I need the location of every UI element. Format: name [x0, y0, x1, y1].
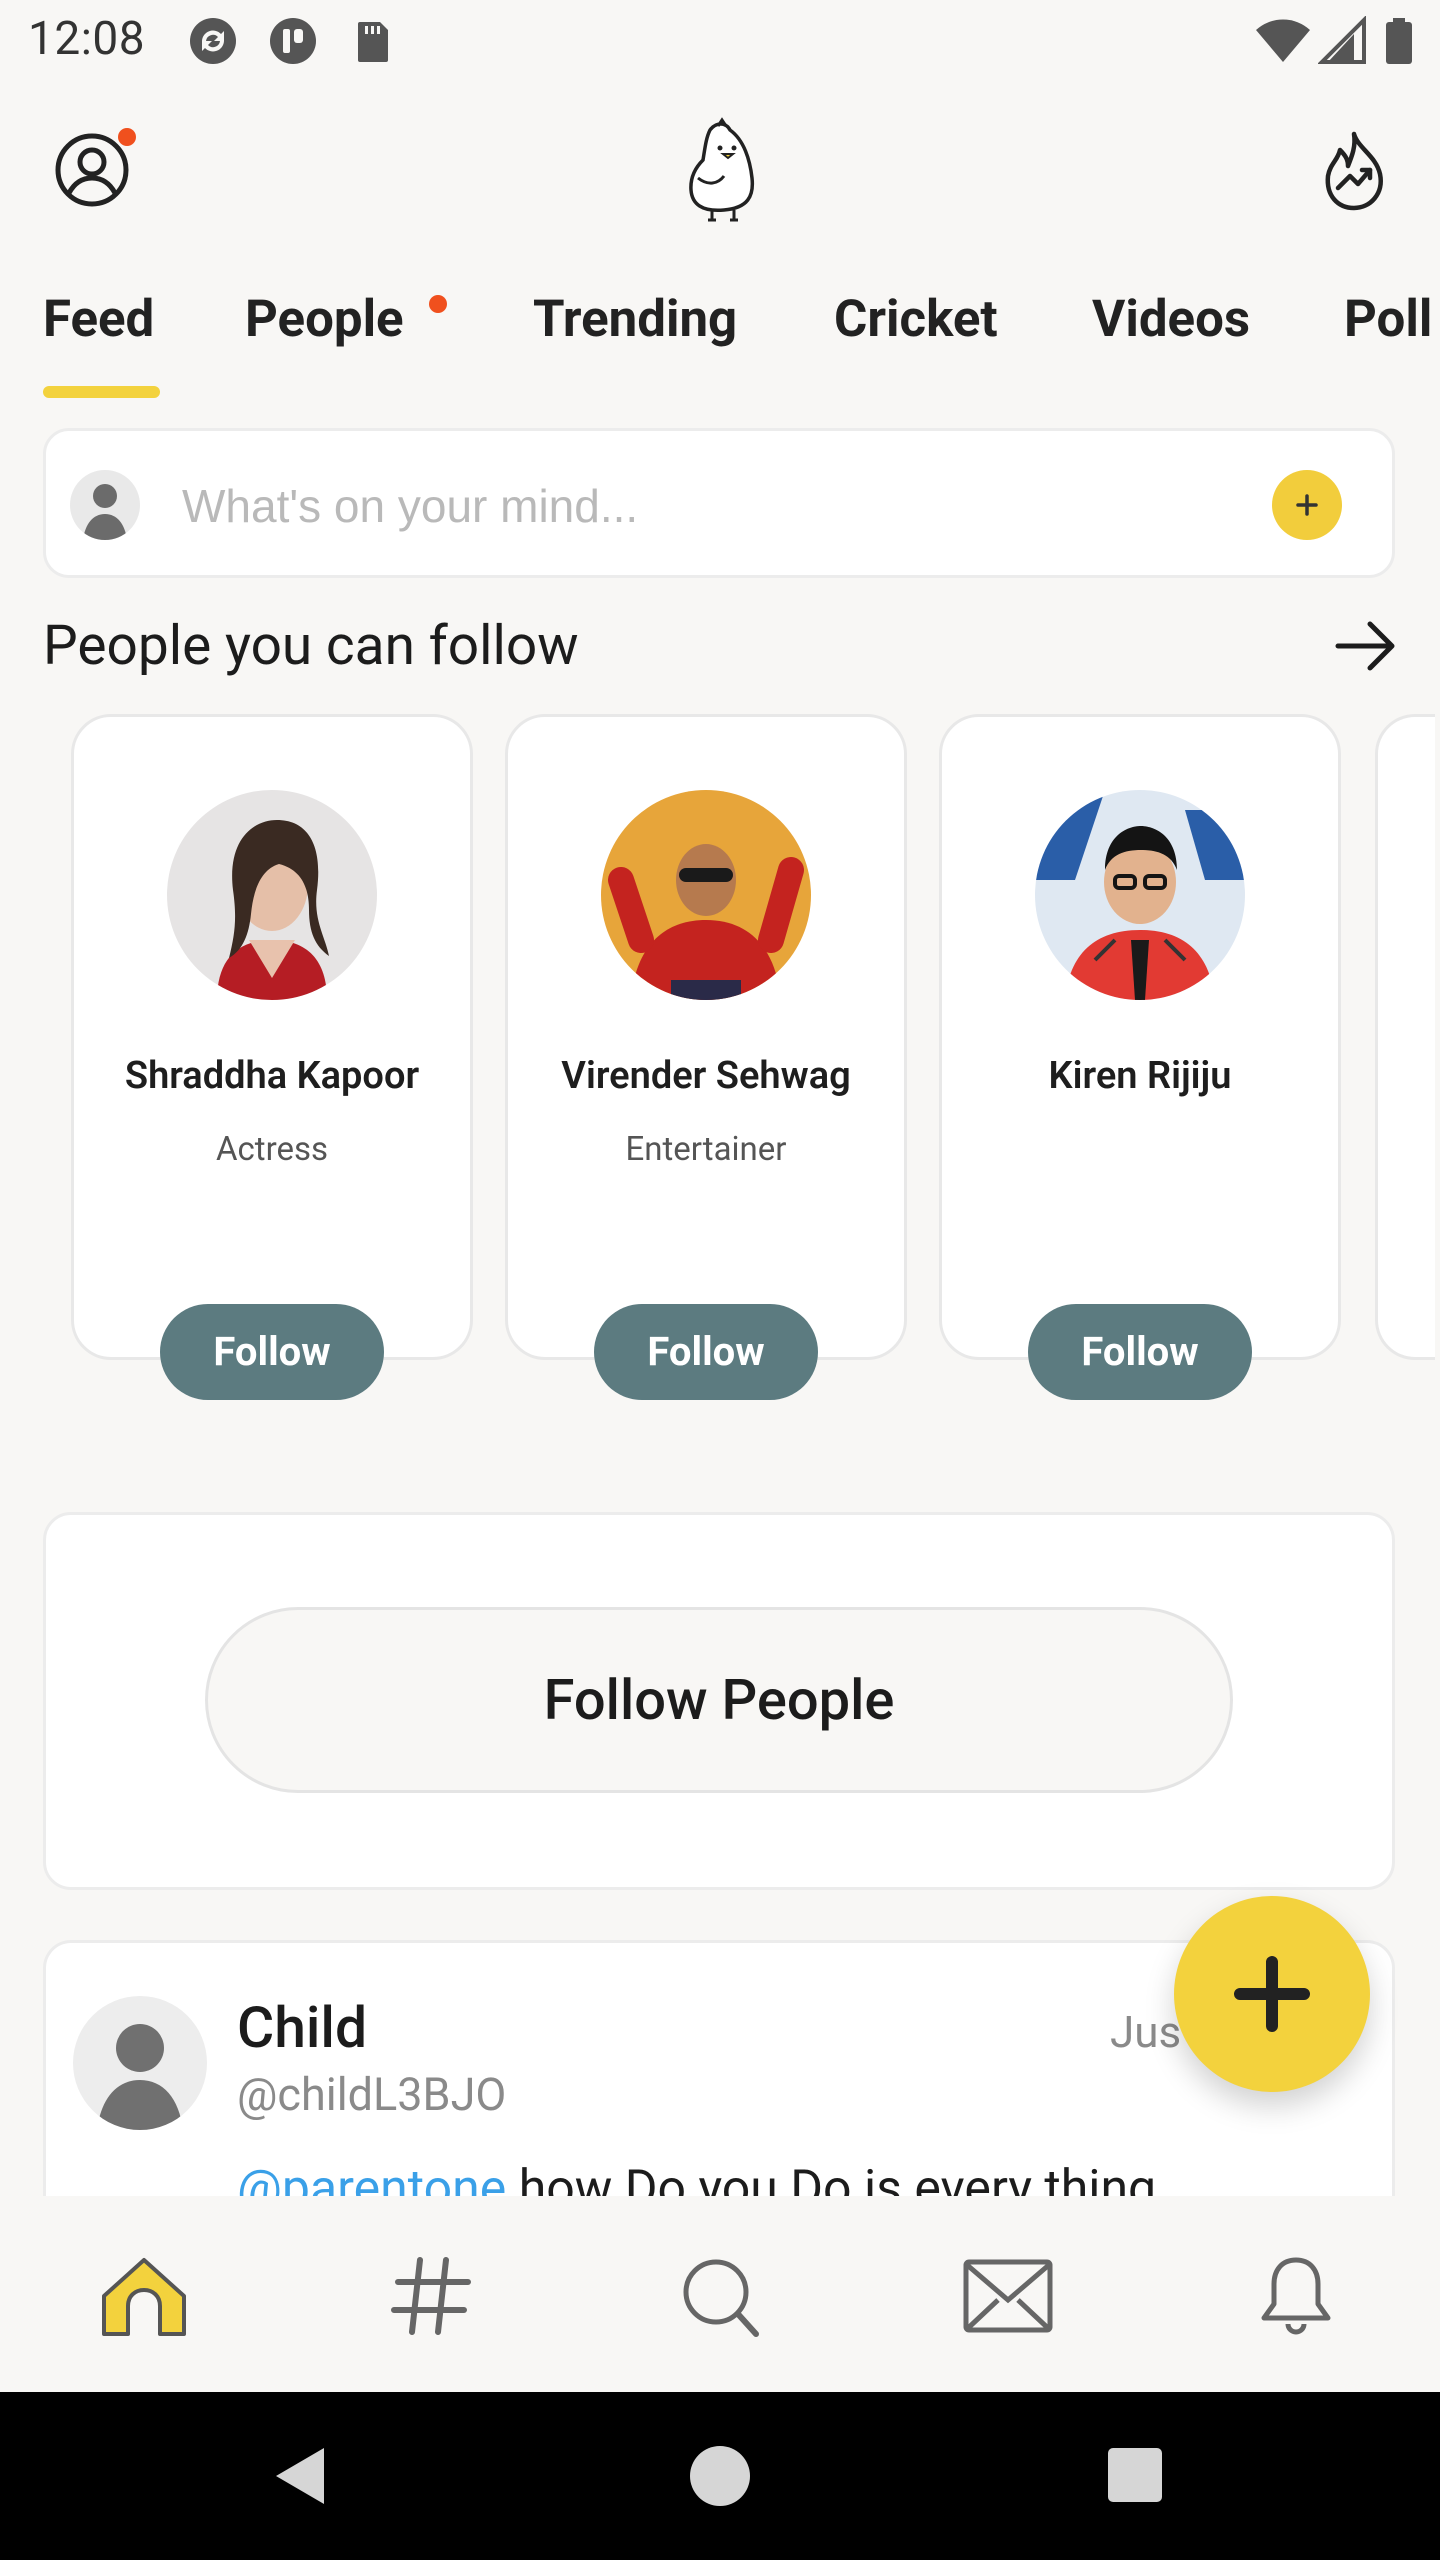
- profile-notification-dot: [118, 128, 136, 146]
- composer-avatar: [70, 470, 140, 540]
- post-author-handle[interactable]: @childL3BJO: [237, 2068, 506, 2121]
- system-back-icon[interactable]: [270, 2444, 330, 2508]
- follow-button[interactable]: Follow: [594, 1304, 818, 1400]
- system-home-icon[interactable]: [690, 2446, 750, 2506]
- bell-icon[interactable]: [1248, 2254, 1344, 2338]
- person-avatar[interactable]: [601, 790, 811, 1000]
- koo-bird-logo: [689, 117, 755, 222]
- trending-flame-icon[interactable]: [1318, 130, 1390, 212]
- person-name: Kiren Rijiju: [1048, 1054, 1232, 1098]
- post-timestamp: Jus: [1110, 2006, 1182, 2058]
- person-name: Shraddha Kapoor: [124, 1054, 420, 1098]
- person-avatar[interactable]: [1035, 790, 1245, 1000]
- battery-icon: [1386, 18, 1412, 64]
- composer-input[interactable]: [180, 470, 1224, 542]
- tab-people-notification-dot: [429, 295, 447, 313]
- sync-icon: [190, 18, 236, 64]
- person-avatar[interactable]: [167, 790, 377, 1000]
- person-card-peek[interactable]: [1375, 714, 1435, 1360]
- tab-cricket[interactable]: Cricket: [834, 290, 998, 349]
- active-tab-indicator: [43, 386, 160, 398]
- post-author-avatar[interactable]: [73, 1996, 207, 2130]
- mail-icon[interactable]: [960, 2254, 1056, 2338]
- person-role: Actress: [215, 1130, 329, 1169]
- app-icon: [270, 18, 316, 64]
- wifi-icon: [1256, 19, 1310, 62]
- follow-people-button[interactable]: Follow People: [205, 1607, 1233, 1793]
- hashtag-icon[interactable]: [384, 2254, 480, 2338]
- section-title-people: People you can follow: [43, 614, 579, 678]
- system-recents-icon[interactable]: [1108, 2448, 1162, 2502]
- arrow-right-icon[interactable]: [1334, 618, 1398, 674]
- tab-bar: Feed People Trending Cricket Videos Poll: [0, 290, 1440, 400]
- tab-videos[interactable]: Videos: [1092, 290, 1250, 349]
- status-bar: 12:08: [0, 0, 1440, 84]
- tab-trending[interactable]: Trending: [533, 290, 737, 349]
- create-post-fab[interactable]: [1174, 1896, 1370, 2092]
- tab-poll[interactable]: Poll: [1344, 290, 1432, 349]
- composer-add-icon[interactable]: [1272, 470, 1342, 540]
- person-name: Virender Sehwag: [561, 1054, 851, 1098]
- post-author-name[interactable]: Child: [237, 1994, 367, 2061]
- home-icon[interactable]: [96, 2254, 192, 2338]
- status-time: 12:08: [28, 12, 146, 66]
- follow-button[interactable]: Follow: [1028, 1304, 1252, 1400]
- cell-signal-icon: [1318, 16, 1366, 64]
- search-icon[interactable]: [672, 2254, 768, 2338]
- follow-button[interactable]: Follow: [160, 1304, 384, 1400]
- tab-people[interactable]: People: [245, 290, 404, 349]
- person-role: Entertainer: [625, 1130, 787, 1169]
- sd-card-icon: [358, 22, 388, 62]
- tab-feed[interactable]: Feed: [43, 290, 154, 349]
